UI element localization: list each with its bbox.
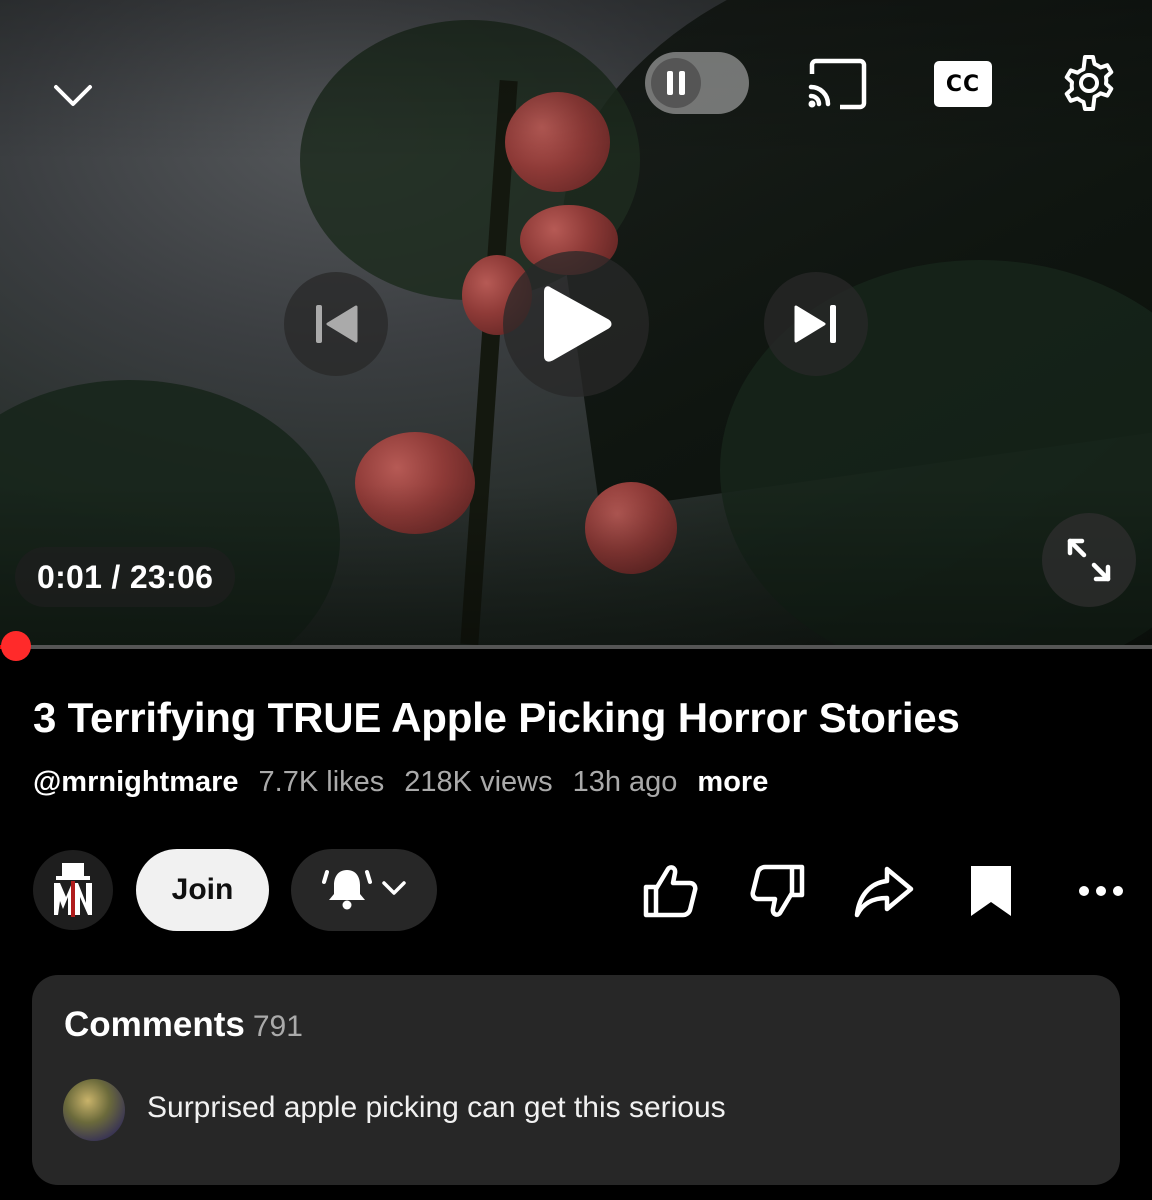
pause-icon <box>651 58 701 108</box>
more-options-icon[interactable] <box>1068 858 1134 924</box>
comments-count: 791 <box>252 1010 303 1043</box>
share-icon[interactable] <box>851 858 917 924</box>
gear-icon[interactable] <box>1058 52 1120 114</box>
channel-handle[interactable]: @mrnightmare <box>33 766 239 799</box>
like-count: 7.7K likes <box>258 766 385 798</box>
cc-icon[interactable]: CC <box>933 60 993 108</box>
fullscreen-icon[interactable] <box>1042 513 1136 607</box>
skip-previous-icon[interactable] <box>284 272 388 376</box>
commenter-avatar <box>63 1079 125 1141</box>
comments-title: Comments <box>64 1005 245 1044</box>
like-icon[interactable] <box>637 858 703 924</box>
view-count: 218K views <box>404 766 553 798</box>
pause-toggle[interactable] <box>645 52 749 114</box>
notification-button[interactable] <box>291 849 437 931</box>
join-button[interactable]: Join <box>136 849 269 931</box>
cast-icon[interactable] <box>804 56 870 112</box>
comments-heading: Comments 791 <box>64 1005 303 1045</box>
play-icon[interactable] <box>503 251 649 397</box>
comments-panel[interactable]: Comments 791 Surprised apple picking can … <box>32 975 1120 1185</box>
time-display: 0:01 / 23:06 <box>15 547 236 607</box>
channel-logo <box>54 863 92 917</box>
more-link[interactable]: more <box>697 766 768 799</box>
bell-icon <box>321 864 373 917</box>
channel-avatar[interactable] <box>33 850 113 930</box>
video-title: 3 Terrifying TRUE Apple Picking Horror S… <box>33 694 960 741</box>
progress-scrubber[interactable] <box>1 631 31 661</box>
upload-age: 13h ago <box>572 766 678 798</box>
save-bookmark-icon[interactable] <box>958 858 1024 924</box>
chevron-down-icon <box>381 880 407 901</box>
dislike-icon[interactable] <box>745 858 811 924</box>
progress-bar[interactable] <box>0 631 1152 661</box>
top-comment: Surprised apple picking can get this ser… <box>147 1091 726 1124</box>
skip-next-icon[interactable] <box>764 272 868 376</box>
video-player[interactable]: CC 0:01 / 23:06 <box>0 0 1152 645</box>
chevron-down-icon[interactable] <box>40 66 106 126</box>
video-meta[interactable]: @mrnightmare 7.7K likes 218K views 13h a… <box>33 766 768 799</box>
cc-label: CC <box>934 61 992 107</box>
